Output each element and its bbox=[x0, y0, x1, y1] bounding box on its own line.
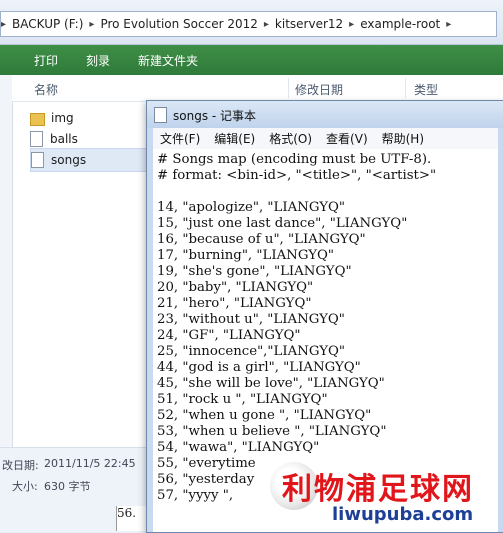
text-line: 16, "because of u", "LIANGYQ" bbox=[157, 232, 366, 247]
notepad-titlebar[interactable]: songs - 记事本 bbox=[147, 101, 503, 128]
text-line: 52, "when u gone ", "LIANGYQ" bbox=[157, 408, 372, 423]
file-icon bbox=[30, 131, 43, 147]
watermark: 利物浦足球网 liwupuba.com bbox=[270, 462, 503, 531]
menu-help[interactable]: 帮助(H) bbox=[375, 130, 431, 147]
text-line: 57, "yyyy ", bbox=[157, 488, 234, 503]
print-button[interactable]: 打印 bbox=[20, 52, 72, 69]
breadcrumb-item-drive[interactable]: BACKUP (F:) bbox=[6, 17, 89, 31]
text-line: 24, "GF", "LIANGYQ" bbox=[157, 328, 301, 343]
notepad-icon bbox=[154, 107, 167, 123]
column-divider[interactable] bbox=[405, 78, 406, 98]
column-name[interactable]: 名称 bbox=[34, 81, 58, 98]
breadcrumb[interactable]: ▸ BACKUP (F:) ▸ Pro Evolution Soccer 201… bbox=[0, 11, 497, 37]
address-bar: ▸ BACKUP (F:) ▸ Pro Evolution Soccer 201… bbox=[0, 0, 503, 45]
file-name: balls bbox=[50, 132, 78, 146]
new-folder-button[interactable]: 新建文件夹 bbox=[124, 52, 212, 69]
file-item-balls[interactable]: balls bbox=[30, 128, 146, 150]
menu-bar: 文件(F) 编辑(E) 格式(O) 查看(V) 帮助(H) bbox=[153, 128, 498, 150]
menu-edit[interactable]: 编辑(E) bbox=[207, 130, 262, 147]
breadcrumb-separator-icon: ▸ bbox=[446, 18, 452, 30]
text-line: 55, "everytime bbox=[157, 456, 256, 471]
text-line: 23, "without u", "LIANGYQ" bbox=[157, 312, 345, 327]
column-type[interactable]: 类型 bbox=[414, 81, 438, 98]
text-line: 56, "yesterday bbox=[157, 472, 255, 487]
burn-button[interactable]: 刻录 bbox=[72, 52, 124, 69]
watermark-url: liwupuba.com bbox=[332, 504, 474, 525]
text-line: 21, "hero", "LIANGYQ" bbox=[157, 296, 312, 311]
size-label: 大小: bbox=[12, 480, 38, 493]
text-line: 51, "rock u ", "LIANGYQ" bbox=[157, 392, 328, 407]
menu-format[interactable]: 格式(O) bbox=[262, 130, 319, 147]
text-line: 53, "when u believe ", "LIANGYQ" bbox=[157, 424, 387, 439]
modified-value: 2011/11/5 22:45 bbox=[44, 457, 136, 470]
column-modified[interactable]: 修改日期 bbox=[295, 81, 343, 98]
breadcrumb-item-folder[interactable]: example-root bbox=[354, 17, 446, 31]
column-header: 名称 修改日期 类型 bbox=[12, 75, 503, 102]
text-line: # format: <bin-id>, "<title>", "<artist>… bbox=[157, 168, 437, 183]
text-line: 17, "burning", "LIANGYQ" bbox=[157, 248, 335, 263]
menu-view[interactable]: 查看(V) bbox=[319, 130, 375, 147]
file-item-songs[interactable]: songs bbox=[30, 148, 148, 172]
file-icon bbox=[31, 152, 44, 168]
text-line: 20, "baby", "LIANGYQ" bbox=[157, 280, 314, 295]
watermark-title: 利物浦足球网 bbox=[282, 472, 474, 507]
text-line: # Songs map (encoding must be UTF-8). bbox=[157, 152, 432, 167]
text-line: 25, "innocence","LIANGYQ" bbox=[157, 344, 346, 359]
file-name: songs bbox=[51, 153, 87, 167]
file-item-img[interactable]: img bbox=[30, 107, 146, 129]
text-line: 14, "apologize", "LIANGYQ" bbox=[157, 200, 346, 215]
text-line: 54, "wawa", "LIANGYQ" bbox=[157, 440, 320, 455]
editor-content: # Songs map (encoding must be UTF-8). # … bbox=[153, 149, 498, 507]
menu-file[interactable]: 文件(F) bbox=[153, 130, 207, 147]
text-line: 19, "she's gone", "LIANGYQ" bbox=[157, 264, 352, 279]
background-window-text: 56. bbox=[117, 506, 137, 520]
breadcrumb-item-kitserver[interactable]: kitserver12 bbox=[269, 17, 349, 31]
size-value: 630 字节 bbox=[44, 480, 91, 493]
background-window: 56. bbox=[116, 506, 147, 531]
window-title: songs - 记事本 bbox=[173, 109, 257, 123]
modified-label: 改日期: bbox=[2, 459, 39, 472]
text-line: 15, "just one last dance", "LIANGYQ" bbox=[157, 216, 408, 231]
folder-icon bbox=[30, 113, 45, 126]
text-line: 44, "god is a girl", "LIANGYQ" bbox=[157, 360, 361, 375]
text-line: 45, "she will be love", "LIANGYQ" bbox=[157, 376, 385, 391]
breadcrumb-item-game[interactable]: Pro Evolution Soccer 2012 bbox=[94, 17, 263, 31]
column-divider[interactable] bbox=[288, 78, 289, 98]
file-name: img bbox=[51, 111, 74, 125]
explorer-toolbar: 打印 刻录 新建文件夹 bbox=[0, 45, 503, 75]
